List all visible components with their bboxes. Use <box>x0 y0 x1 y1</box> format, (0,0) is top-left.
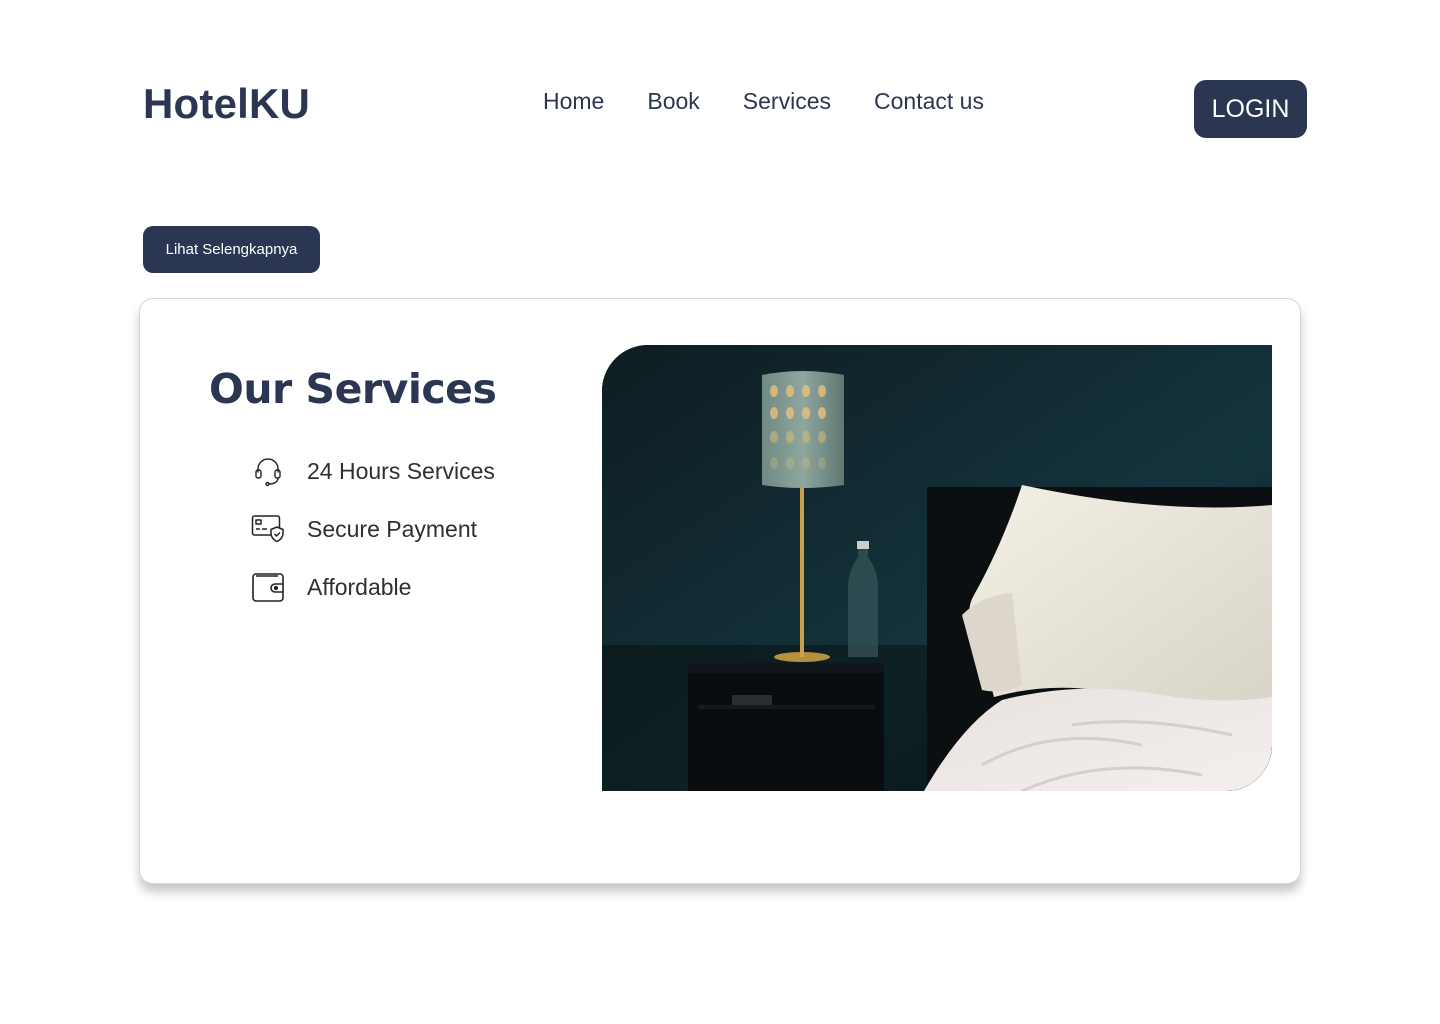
bedroom-photo <box>602 345 1272 791</box>
nav-contact[interactable]: Contact us <box>874 88 984 115</box>
nav-services[interactable]: Services <box>743 88 831 115</box>
see-more-button[interactable]: Lihat Selengkapnya <box>143 226 320 273</box>
logo[interactable]: HotelKU <box>143 80 310 128</box>
page: HotelKU Home Book Services Contact us LO… <box>0 0 1440 1024</box>
nav-home[interactable]: Home <box>543 88 604 115</box>
service-label: Affordable <box>307 573 412 600</box>
service-list: 24 Hours Services Secure Payment Afforda… <box>250 453 495 627</box>
service-label: Secure Payment <box>307 515 478 542</box>
nav-book[interactable]: Book <box>647 88 699 115</box>
service-label: 24 Hours Services <box>307 457 495 484</box>
services-card: Our Services 24 Hours Services Secure Pa… <box>139 298 1301 884</box>
service-item: 24 Hours Services <box>250 453 495 489</box>
headset-icon <box>250 453 286 489</box>
services-title: Our Services <box>209 365 497 413</box>
wallet-icon <box>250 569 286 605</box>
main-nav: Home Book Services Contact us <box>543 88 984 115</box>
service-item: Affordable <box>250 569 495 605</box>
login-button[interactable]: LOGIN <box>1194 80 1307 138</box>
service-item: Secure Payment <box>250 511 495 547</box>
card-shield-icon <box>250 511 286 547</box>
